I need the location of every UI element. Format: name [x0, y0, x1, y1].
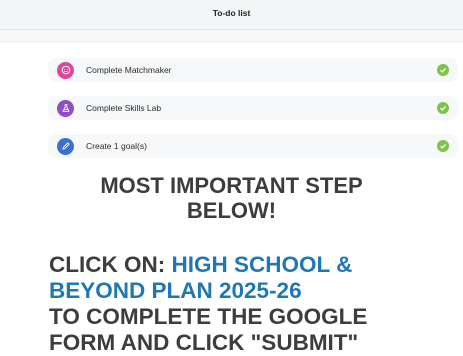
task-label: Complete Skills Lab [86, 103, 162, 113]
call-to-action: CLICK ON: HIGH SCHOOL & BEYOND PLAN 2025… [49, 252, 463, 356]
cta-line-4: FORM AND CLICK "SUBMIT" [49, 330, 359, 355]
check-icon [437, 140, 449, 152]
task-list: Complete Matchmaker Complete Skills Lab … [48, 58, 458, 172]
flask-icon [57, 99, 74, 117]
check-icon [437, 64, 449, 76]
page-title: To-do list [212, 8, 251, 18]
cta-line-1: CLICK ON: HIGH SCHOOL & [49, 252, 463, 278]
notice-line-1: MOST IMPORTANT STEP [100, 173, 363, 198]
plan-link-part-2[interactable]: BEYOND PLAN 2025-26 [49, 278, 463, 304]
plan-link-part-1[interactable]: HIGH SCHOOL & [172, 252, 353, 277]
task-item-matchmaker[interactable]: Complete Matchmaker [48, 58, 458, 82]
pencil-icon [57, 137, 74, 155]
notice-line-2: BELOW! [186, 198, 277, 223]
cta-line-3: TO COMPLETE THE GOOGLE [49, 304, 368, 329]
task-label: Create 1 goal(s) [86, 141, 147, 151]
cta-prefix: CLICK ON: [49, 252, 172, 277]
task-item-skills-lab[interactable]: Complete Skills Lab [48, 96, 458, 120]
important-notice: MOST IMPORTANT STEP BELOW! [0, 173, 463, 223]
header-subbar [0, 30, 463, 42]
task-label: Complete Matchmaker [86, 65, 172, 75]
task-item-create-goal[interactable]: Create 1 goal(s) [48, 134, 458, 158]
smiley-icon [57, 61, 74, 79]
check-icon [437, 102, 449, 114]
todo-header: To-do list [0, 0, 463, 30]
